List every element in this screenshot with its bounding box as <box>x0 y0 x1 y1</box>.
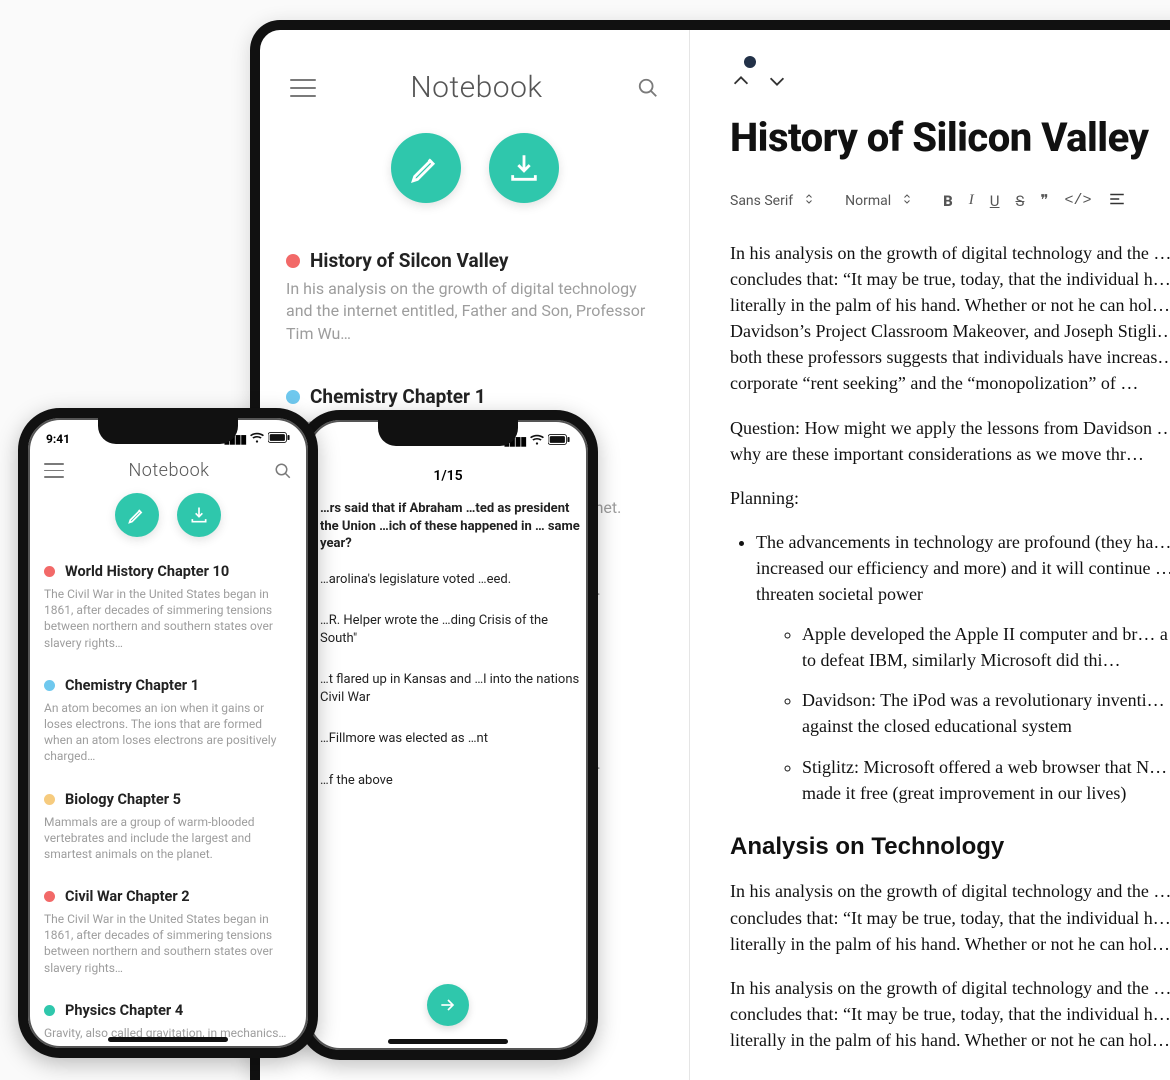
note-title: Chemistry Chapter 1 <box>310 385 486 408</box>
italic-button[interactable]: I <box>969 192 974 209</box>
note-title: Civil War Chapter 2 <box>65 888 190 905</box>
sub-bullet: Davidson: The iPod was a revolutionary i… <box>802 687 1170 739</box>
color-dot <box>286 390 300 404</box>
compose-button[interactable] <box>391 133 461 203</box>
note-preview: Mammals are a group of warm-blooded vert… <box>44 814 292 863</box>
note-title: Biology Chapter 5 <box>65 791 181 808</box>
quiz-content: …rs said that if Abraham …ted as preside… <box>308 500 588 789</box>
color-dot <box>44 566 55 577</box>
paragraph: In his analysis on the growth of digital… <box>730 240 1170 397</box>
phone-notch <box>98 418 238 444</box>
note-item[interactable]: World History Chapter 10 The Civil War in… <box>44 555 292 663</box>
import-button[interactable] <box>177 493 221 537</box>
color-dot <box>44 794 55 805</box>
paragraph: Question: How might we apply the lessons… <box>730 415 1170 467</box>
note-item[interactable]: Physics Chapter 4Gravity, also called gr… <box>44 994 292 1053</box>
color-dot <box>286 254 300 268</box>
quiz-option[interactable]: …arolina's legislature voted …eed. <box>320 571 588 589</box>
search-icon[interactable] <box>637 77 659 99</box>
notebook-title: Notebook <box>129 460 210 481</box>
note-preview: In his analysis on the growth of digital… <box>286 278 663 345</box>
phone-notebook-frame: 9:41 ▮▮▮▮ Notebook World History Chapter… <box>18 408 318 1058</box>
quiz-option[interactable]: …f the above <box>320 772 588 790</box>
note-preview: The Civil War in the United States began… <box>44 911 292 976</box>
status-time: 9:41 <box>46 432 70 446</box>
note-title: Physics Chapter 4 <box>65 1002 183 1019</box>
subheading: Analysis on Technology <box>730 824 1170 879</box>
home-indicator[interactable] <box>388 1039 508 1044</box>
menu-icon[interactable] <box>44 463 64 478</box>
paragraph: In his analysis on the growth of digital… <box>730 878 1170 956</box>
sub-bullet: Apple developed the Apple II computer an… <box>802 621 1170 673</box>
notebook-title: Notebook <box>410 70 542 105</box>
note-preview: The Civil War in the United States began… <box>44 586 292 651</box>
notebook-list: World History Chapter 10 The Civil War in… <box>28 555 308 1053</box>
battery-icon <box>548 434 570 448</box>
document-body[interactable]: In his analysis on the growth of digital… <box>730 240 1170 1053</box>
bold-button[interactable]: B <box>943 192 953 210</box>
paragraph: Planning: <box>730 485 1170 511</box>
quiz-question: …rs said that if Abraham …ted as preside… <box>320 500 588 553</box>
note-item[interactable]: Civil War Chapter 2 The Civil War in the … <box>44 880 292 988</box>
battery-icon <box>268 432 290 446</box>
note-title: World History Chapter 10 <box>65 563 229 580</box>
wifi-icon <box>250 432 264 447</box>
bullet: The advancements in technology are profo… <box>756 529 1170 806</box>
quote-button[interactable]: ❞ <box>1040 191 1048 210</box>
note-title: History of Silcon Valley <box>310 249 508 272</box>
sub-bullet: Stiglitz: Microsoft offered a web browse… <box>802 754 1170 806</box>
quiz-next-button[interactable] <box>427 984 469 1026</box>
home-indicator[interactable] <box>108 1037 228 1042</box>
quiz-counter: 1/15 <box>308 454 588 500</box>
quiz-option[interactable]: …Fillmore was elected as …nt <box>320 730 588 748</box>
import-button[interactable] <box>489 133 559 203</box>
paragraph-style-select[interactable]: Normal <box>845 193 913 209</box>
color-dot <box>44 680 55 691</box>
strike-button[interactable]: S <box>1016 192 1025 210</box>
next-note-icon[interactable] <box>766 70 788 92</box>
wifi-icon <box>530 434 544 449</box>
prev-note-icon[interactable] <box>730 70 752 92</box>
editor-panel: History of Silicon Valley Sans Serif Nor… <box>690 30 1170 1080</box>
search-icon[interactable] <box>274 462 292 480</box>
quiz-option[interactable]: …t flared up in Kansas and …l into the n… <box>320 671 588 706</box>
quiz-option[interactable]: …R. Helper wrote the …ding Crisis of the… <box>320 612 588 647</box>
align-button[interactable] <box>1108 192 1126 210</box>
note-item[interactable]: Chemistry Chapter 1 An atom becomes an io… <box>44 669 292 777</box>
compose-button[interactable] <box>115 493 159 537</box>
note-title: Chemistry Chapter 1 <box>65 677 199 694</box>
code-button[interactable]: </> <box>1064 192 1091 209</box>
font-family-select[interactable]: Sans Serif <box>730 193 815 209</box>
paragraph: In his analysis on the growth of digital… <box>730 975 1170 1053</box>
editor-toolbar: Sans Serif Normal B I U S ❞ </> <box>730 191 1170 240</box>
color-dot <box>44 1005 55 1016</box>
underline-button[interactable]: U <box>990 192 1000 210</box>
color-dot <box>44 891 55 902</box>
webcam <box>744 56 756 68</box>
phone-notch <box>378 420 518 446</box>
note-item[interactable]: History of Silcon Valley In his analysis … <box>286 233 663 363</box>
note-item[interactable]: Biology Chapter 5 Mammals are a group of … <box>44 783 292 875</box>
phone-quiz-frame: ▮▮▮▮ 1/15 …rs said that if Abraham …ted … <box>298 410 598 1060</box>
menu-icon[interactable] <box>290 79 316 97</box>
document-title: History of Silicon Valley <box>730 114 1170 191</box>
note-preview: An atom becomes an ion when it gains or … <box>44 700 292 765</box>
